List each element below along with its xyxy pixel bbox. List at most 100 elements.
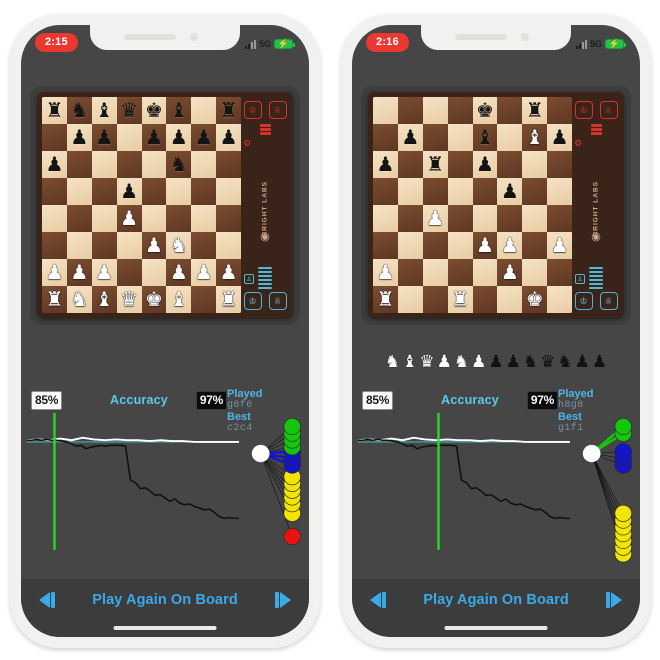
board-square-a3[interactable]: [42, 232, 67, 259]
board-square-h2[interactable]: ♟: [216, 259, 242, 286]
board-square-e7[interactable]: ♝: [472, 124, 498, 151]
board-square-f4[interactable]: [497, 205, 523, 232]
board-square-g1[interactable]: ♚: [522, 286, 548, 313]
move-tree-node-good[interactable]: [614, 443, 632, 461]
board-square-b7[interactable]: ♟: [66, 124, 92, 151]
board-square-b2[interactable]: ♟: [66, 259, 92, 286]
board-square-h8[interactable]: ♜: [216, 97, 242, 124]
board-square-b3[interactable]: [66, 232, 92, 259]
board-square-c6[interactable]: ♜: [422, 151, 448, 178]
board-square-d7[interactable]: [116, 124, 142, 151]
board-square-a2[interactable]: ♟: [373, 259, 398, 286]
board-square-c7[interactable]: [422, 124, 448, 151]
board-square-b8[interactable]: [397, 97, 423, 124]
board-square-g2[interactable]: [522, 259, 548, 286]
board-square-e8[interactable]: ♚: [472, 97, 498, 124]
board-square-f1[interactable]: [497, 286, 523, 313]
play-again-button-left[interactable]: Play Again On Board: [92, 592, 238, 608]
board-square-b3[interactable]: [397, 232, 423, 259]
board-square-c8[interactable]: [422, 97, 448, 124]
board-square-c3[interactable]: [422, 232, 448, 259]
board-square-h6[interactable]: [216, 151, 242, 178]
board-square-f5[interactable]: ♟: [497, 178, 523, 205]
board-square-c6[interactable]: [91, 151, 117, 178]
board-square-e3[interactable]: ♟: [141, 232, 167, 259]
board-square-b6[interactable]: [397, 151, 423, 178]
board-square-g3[interactable]: [191, 232, 217, 259]
board-square-a5[interactable]: [373, 178, 398, 205]
board-square-c4[interactable]: [91, 205, 117, 232]
board-square-d6[interactable]: [116, 151, 142, 178]
board-square-c3[interactable]: [91, 232, 117, 259]
home-indicator-right[interactable]: [444, 626, 548, 630]
board-square-b5[interactable]: [397, 178, 423, 205]
board-square-d1[interactable]: ♜: [447, 286, 473, 313]
board-square-f5[interactable]: [166, 178, 192, 205]
board-square-d3[interactable]: [447, 232, 473, 259]
board-square-b1[interactable]: ♞: [66, 286, 92, 313]
board-square-d8[interactable]: ♛: [116, 97, 142, 124]
board-square-h5[interactable]: [216, 178, 242, 205]
board-square-f6[interactable]: [497, 151, 523, 178]
board-square-e1[interactable]: ♚: [141, 286, 167, 313]
board-square-d2[interactable]: [447, 259, 473, 286]
board-square-d2[interactable]: [116, 259, 142, 286]
board-square-a8[interactable]: [373, 97, 398, 124]
step-back-button-right[interactable]: [370, 592, 386, 608]
board-square-a5[interactable]: [42, 178, 67, 205]
board-square-c1[interactable]: ♝: [91, 286, 117, 313]
board-square-h1[interactable]: [547, 286, 573, 313]
board-square-a2[interactable]: ♟: [42, 259, 67, 286]
board-square-e6[interactable]: ♟: [472, 151, 498, 178]
board-square-e6[interactable]: [141, 151, 167, 178]
move-tree-root-node[interactable]: [582, 444, 601, 463]
board-square-h4[interactable]: [216, 205, 242, 232]
step-forward-button-left[interactable]: [275, 592, 291, 608]
board-square-f3[interactable]: ♞: [166, 232, 192, 259]
board-square-e5[interactable]: [472, 178, 498, 205]
board-square-e4[interactable]: [472, 205, 498, 232]
board-square-e3[interactable]: ♟: [472, 232, 498, 259]
move-tree-node-excellent[interactable]: [614, 417, 632, 436]
board-square-h1[interactable]: ♜: [216, 286, 242, 313]
board-square-g4[interactable]: [522, 205, 548, 232]
board-square-g6[interactable]: [191, 151, 217, 178]
evaluation-graph-left[interactable]: [21, 413, 309, 579]
board-square-d4[interactable]: ♟: [116, 205, 142, 232]
board-square-a3[interactable]: [373, 232, 398, 259]
step-back-button-left[interactable]: [39, 592, 55, 608]
board-square-e8[interactable]: ♚: [141, 97, 167, 124]
board-square-a6[interactable]: ♟: [373, 151, 398, 178]
board-square-g5[interactable]: [191, 178, 217, 205]
settings-gear-icon[interactable]: ⚙: [243, 138, 251, 149]
board-square-a7[interactable]: [42, 124, 67, 151]
board-square-c1[interactable]: [422, 286, 448, 313]
board-square-e1[interactable]: [472, 286, 498, 313]
board-square-b4[interactable]: [397, 205, 423, 232]
board-square-h2[interactable]: [547, 259, 573, 286]
board-square-h5[interactable]: [547, 178, 573, 205]
board-square-e5[interactable]: [141, 178, 167, 205]
board-square-h4[interactable]: [547, 205, 573, 232]
board-square-a4[interactable]: [42, 205, 67, 232]
board-square-a1[interactable]: ♜: [42, 286, 67, 313]
board-square-b5[interactable]: [66, 178, 92, 205]
board-square-g5[interactable]: [522, 178, 548, 205]
board-square-g8[interactable]: [191, 97, 217, 124]
board-square-f1[interactable]: ♝: [166, 286, 192, 313]
board-square-f7[interactable]: [497, 124, 523, 151]
board-square-f2[interactable]: ♟: [166, 259, 192, 286]
board-square-h3[interactable]: ♟: [547, 232, 573, 259]
play-again-button-right[interactable]: Play Again On Board: [423, 592, 569, 608]
board-square-f2[interactable]: ♟: [497, 259, 523, 286]
board-square-h7[interactable]: ♟: [547, 124, 573, 151]
settings-gear-icon[interactable]: ⚙: [574, 138, 582, 149]
chess-board-grid-left[interactable]: ♜ ♞ ♝ ♛ ♚ ♝ ♜ ♟ ♟ ♟ ♟ ♟ ♟ ♟ ♞ ♟ ♟ ♟ ♞ ♟ ♟ ♟ ♟ ♟ ♟ ♜ ♞ ♝ ♛ ♚ ♝ ♜: [42, 97, 242, 313]
board-square-g7[interactable]: ♝: [522, 124, 548, 151]
board-square-c5[interactable]: [91, 178, 117, 205]
board-square-b1[interactable]: [397, 286, 423, 313]
board-square-e2[interactable]: [141, 259, 167, 286]
board-square-g3[interactable]: [522, 232, 548, 259]
board-square-f3[interactable]: ♟: [497, 232, 523, 259]
board-square-g4[interactable]: [191, 205, 217, 232]
